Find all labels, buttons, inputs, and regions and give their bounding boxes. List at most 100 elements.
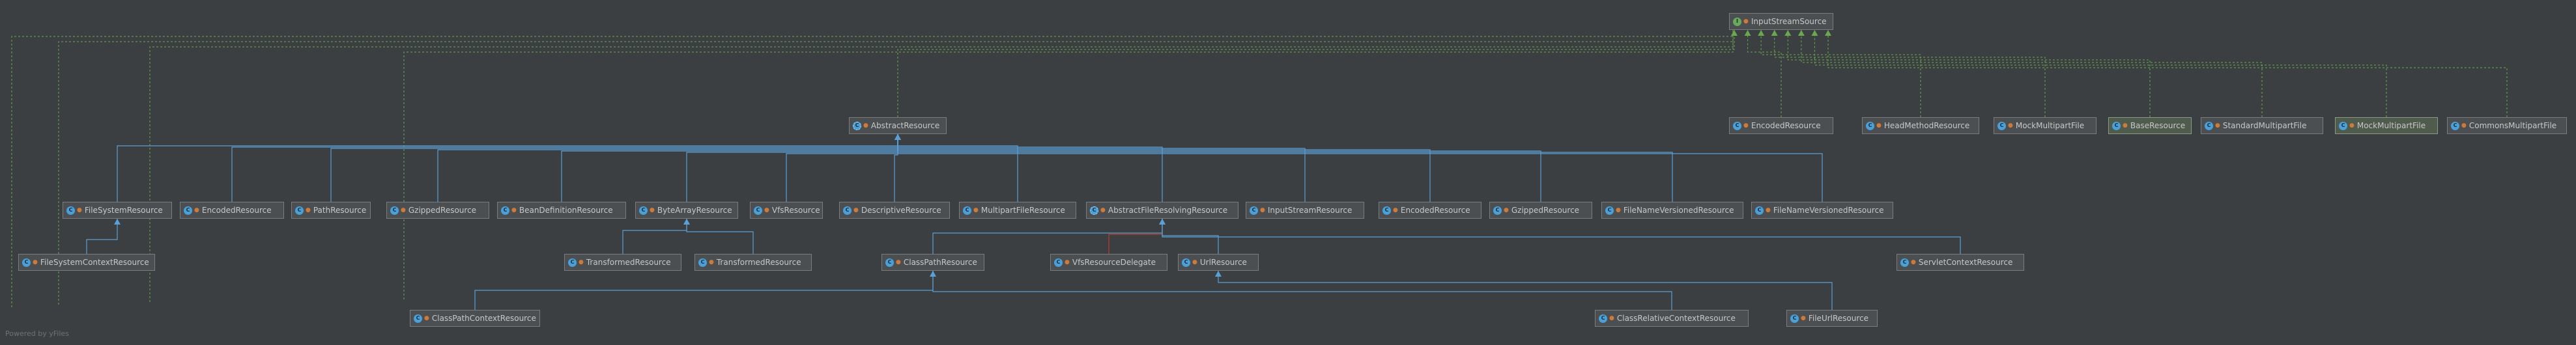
interface-icon: I (1733, 17, 1741, 26)
node-encodedresource_mid[interactable]: C ● EncodedResource (180, 202, 284, 219)
visibility-icon: ● (401, 207, 406, 214)
node-urlresource[interactable]: C ● UrlResource (1178, 254, 1259, 271)
class-icon: C (1599, 314, 1607, 323)
visibility-icon: ● (33, 259, 38, 266)
edge-filesystemcontextresource-arrowhead (114, 219, 121, 225)
node-inputstreamresource[interactable]: C ● InputStreamResource (1246, 202, 1364, 219)
node-classrelativecontextresource[interactable]: C ● ClassRelativeContextResource (1595, 310, 1749, 327)
class-icon: C (2205, 121, 2213, 130)
class-icon: C (698, 258, 707, 267)
node-descriptiveresource[interactable]: C ● DescriptiveResource (839, 202, 950, 219)
edge-encodedresource_mid-extends-abstractresource (231, 134, 898, 202)
node-label: BeanDefinitionResource (519, 206, 613, 215)
node-classpathcontextresource[interactable]: C ● ClassPathContextResource (410, 310, 540, 327)
node-encodedresource_top[interactable]: C ● EncodedResource (1729, 117, 1833, 134)
node-commonsmultipartfile[interactable]: C ● CommonsMultipartFile (2447, 117, 2567, 134)
visibility-icon: ● (2461, 122, 2467, 129)
class-icon: C (1866, 121, 1874, 130)
node-transformedresource_b[interactable]: C ● TransformedResource (694, 254, 812, 271)
class-icon: C (1997, 121, 2006, 130)
edge-encodedresource_top-arrowhead (1744, 30, 1751, 36)
node-label: ByteArrayResource (657, 206, 732, 215)
node-label: DescriptiveResource (861, 206, 941, 215)
edge-filenameversionedresource_b-extends-abstractresource (897, 134, 1823, 202)
node-label: CommonsMultipartFile (2469, 121, 2557, 130)
visibility-icon: ● (1260, 207, 1265, 214)
node-pathresource[interactable]: C ● PathResource (291, 202, 371, 219)
class-icon: C (295, 206, 304, 215)
node-label: HeadMethodResource (1883, 121, 1970, 130)
node-beandefinitionresource[interactable]: C ● BeanDefinitionResource (497, 202, 626, 219)
abstract-class-icon: C (1090, 206, 1098, 215)
visibility-icon: ● (2349, 122, 2354, 129)
visibility-icon: ● (1801, 315, 1806, 322)
node-label: ClassPathContextResource (431, 314, 536, 323)
node-filesystemcontextresource[interactable]: C ● FileSystemContextResource (18, 254, 155, 271)
node-vfsresourcedelegate[interactable]: C ● VfsResourceDelegate (1050, 254, 1167, 271)
edge-filesystemresource-extends-abstractresource (117, 134, 898, 202)
node-gzippedresource_l[interactable]: C ● GzippedResource (386, 202, 489, 219)
edge-descriptiveresource-extends-abstractresource (894, 134, 898, 202)
node-fileurlresource[interactable]: C ● FileUrlResource (1786, 310, 1878, 327)
node-base_resource[interactable]: C ● BaseResource (2108, 117, 2192, 134)
node-standardmultipartfile[interactable]: C ● StandardMultipartFile (2201, 117, 2323, 134)
visibility-icon: ● (424, 315, 429, 322)
node-headmethodresource[interactable]: C ● HeadMethodResource (1862, 117, 1979, 134)
edge-servletcontextresource-arrowhead (1159, 219, 1166, 225)
node-label: ServletContextResource (1918, 258, 2013, 267)
node-gzippedresource_r[interactable]: C ● GzippedResource (1489, 202, 1592, 219)
visibility-icon: ● (650, 207, 655, 214)
node-transformedresource_a[interactable]: C ● TransformedResource (564, 254, 681, 271)
edge-inputstreamresource-extends-abstractresource (897, 134, 1306, 202)
visibility-icon: ● (896, 259, 901, 266)
node-multipartfileresource[interactable]: C ● MultipartFileResource (959, 202, 1076, 219)
node-filesystemresource[interactable]: C ● FileSystemResource (63, 202, 172, 219)
edge-filesystemcontextresource-extends-filesystemresource (86, 219, 118, 254)
node-mockmultipartfile_hl[interactable]: C ● MockMultipartFile (2335, 117, 2438, 134)
edge-gzippedresource_r-extends-abstractresource (897, 134, 1541, 202)
node-vfsresource[interactable]: C ● VfsResource (750, 202, 823, 219)
node-label: InputStreamSource (1751, 17, 1827, 26)
edge-fileurlresource-arrowhead (1215, 271, 1222, 277)
class-icon: C (414, 314, 422, 323)
node-label: EncodedResource (201, 206, 272, 215)
node-inputstreamsource[interactable]: I ● InputStreamSource (1729, 13, 1833, 30)
node-label: TransformedResource (716, 258, 801, 267)
node-label: MultipartFileResource (980, 206, 1065, 215)
edge-classpathresource-extends-abstractfileresolvingresource (932, 219, 1163, 254)
node-encodedresource_r[interactable]: C ● EncodedResource (1379, 202, 1481, 219)
node-abstractfileresolvingresource[interactable]: C ● AbstractFileResolvingResource (1086, 202, 1238, 219)
node-filenameversionedresource_b[interactable]: C ● FileNameVersionedResource (1751, 202, 1893, 219)
node-mockmultipartfile_top[interactable]: C ● MockMultipartFile (1994, 117, 2097, 134)
visibility-icon: ● (709, 259, 714, 266)
class-icon: C (963, 206, 971, 215)
node-label: MockMultipartFile (2356, 121, 2426, 130)
edge-base_resource-arrowhead (1784, 30, 1792, 36)
class-icon: C (1755, 206, 1764, 215)
edge-transformedresource_b-extends-bytearrayresource (686, 219, 754, 254)
class-icon: C (390, 206, 399, 215)
node-label: StandardMultipartFile (2222, 121, 2307, 130)
node-label: EncodedResource (1751, 121, 1821, 130)
class-icon: C (2339, 121, 2347, 130)
node-classpathresource[interactable]: C ● ClassPathResource (881, 254, 984, 271)
node-bytearrayresource[interactable]: C ● ByteArrayResource (635, 202, 738, 219)
edge-vfsresource-extends-abstractresource (786, 134, 898, 202)
edge-classpathcontextresource-extends-classpathresource (474, 271, 934, 310)
edge-standardmultipartfile-arrowhead (1797, 30, 1805, 36)
node-label: GzippedResource (1511, 206, 1580, 215)
class-icon: C (885, 258, 894, 267)
edge-encodedresource_top-implements-inputstreamsource (1747, 30, 1782, 117)
edge-mockmultipartfile_hl-implements-inputstreamsource (1814, 30, 2387, 117)
node-filenameversionedresource_a[interactable]: C ● FileNameVersionedResource (1601, 202, 1743, 219)
node-abstractresource[interactable]: C ● AbstractResource (849, 117, 947, 134)
visibility-icon: ● (973, 207, 979, 214)
visibility-icon: ● (764, 207, 769, 214)
class-icon: C (184, 206, 192, 215)
node-label: GzippedResource (408, 206, 477, 215)
edge-mockmultipartfile_hl-arrowhead (1811, 30, 1818, 36)
class-icon: C (22, 258, 31, 267)
visibility-icon: ● (306, 207, 311, 214)
node-servletcontextresource[interactable]: C ● ServletContextResource (1896, 254, 2024, 271)
edge-filenameversionedresource_b-arrowhead (894, 134, 901, 140)
